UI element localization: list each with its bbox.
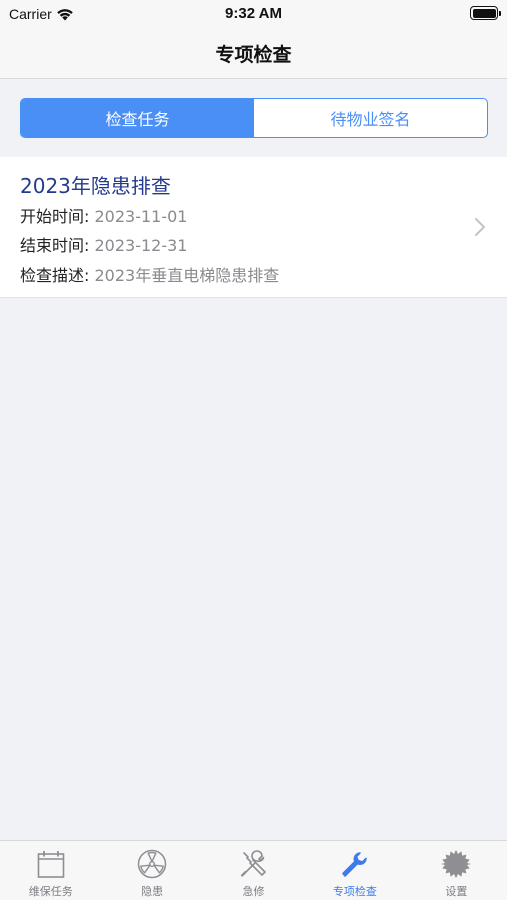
tab-label: 维保任务 [28, 885, 73, 898]
task-end-row: 结束时间: 2023-12-31 [20, 232, 187, 256]
tab-emergency-repair[interactable]: 急修 [203, 841, 304, 900]
desc-value: 2023年垂直电梯隐患排查 [94, 266, 280, 285]
tab-label: 设置 [445, 885, 468, 898]
start-value: 2023-11-01 [94, 207, 188, 226]
wrench-icon [342, 852, 367, 877]
tab-label: 急修 [242, 885, 265, 898]
navigation-bar: 专项检查 [0, 28, 507, 79]
task-start-row: 开始时间: 2023-11-01 [20, 203, 187, 227]
radiation-icon [137, 849, 167, 879]
end-value: 2023-12-31 [94, 236, 188, 255]
list-item[interactable]: 2023年隐患排查 开始时间: 2023-11-01 结束时间: 2023-12… [0, 157, 507, 298]
segment-inspection-tasks[interactable]: 检查任务 [21, 99, 254, 137]
page-title: 专项检查 [215, 44, 292, 66]
chevron-right-icon [475, 218, 485, 236]
task-desc-row: 检查描述: 2023年垂直电梯隐患排查 [20, 262, 279, 286]
tab-special-inspection[interactable]: 专项检查 [304, 841, 405, 900]
start-label: 开始时间: [20, 207, 90, 226]
tools-icon [240, 850, 266, 877]
task-title: 2023年隐患排查 [20, 174, 171, 198]
tab-bar: 维保任务 隐患 急修 专项检查 设置 [0, 840, 507, 900]
tab-maintenance-tasks[interactable]: 维保任务 [0, 841, 101, 900]
calendar-icon [37, 851, 65, 878]
desc-label: 检查描述: [20, 266, 90, 285]
segment-pending-signature[interactable]: 待物业签名 [254, 99, 487, 137]
end-label: 结束时间: [20, 236, 90, 255]
tab-label: 专项检查 [332, 885, 377, 898]
status-bar: Carrier 9:32 AM [0, 0, 507, 28]
tab-label: 隐患 [141, 885, 164, 898]
battery-icon [470, 6, 501, 20]
status-time: 9:32 AM [225, 5, 282, 22]
tab-settings[interactable]: 设置 [406, 841, 507, 900]
gear-icon [441, 850, 472, 878]
segmented-control: 检查任务 待物业签名 [20, 98, 488, 138]
tab-hazards[interactable]: 隐患 [101, 841, 202, 900]
